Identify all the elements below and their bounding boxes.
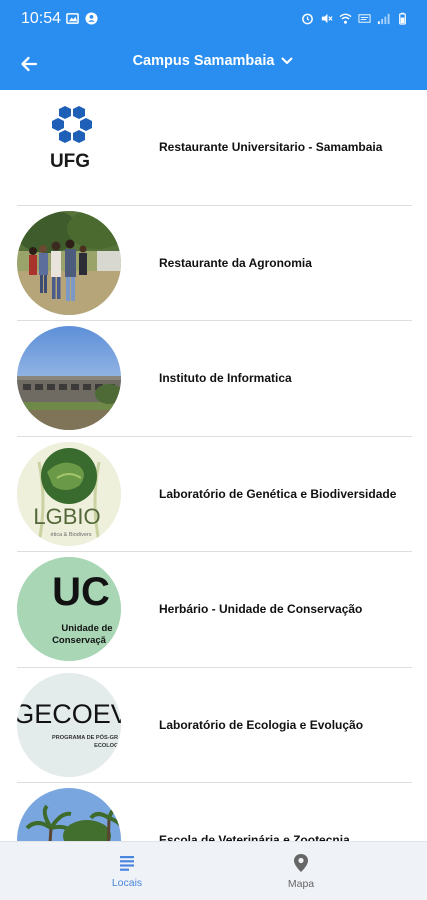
nav-label-locais: Locais (111, 877, 143, 889)
list-item[interactable]: Restaurante da Agronomia (17, 206, 412, 321)
list-item[interactable]: Escola de Veterinária e Zootecnia (17, 783, 412, 841)
lgbio-logo-text: LGBIO (33, 504, 100, 529)
ufg-logo: UFG (17, 95, 121, 200)
campus-selector[interactable]: Campus Samambaia (0, 53, 427, 69)
uc-logo: UC Unidade de Conservaçã (17, 557, 121, 662)
image-icon (66, 13, 79, 24)
location-label: Restaurante Universitario - Samambaia (159, 140, 383, 155)
uc-logo-subtext-2: Conservaçã (52, 635, 107, 646)
alarm-icon (302, 13, 313, 25)
location-label: Restaurante da Agronomia (159, 255, 312, 270)
lgbio-logo: LGBIO ética & Biodivers (17, 441, 121, 546)
list-icon (120, 856, 134, 871)
status-time: 10:54 (21, 10, 62, 27)
map-pin-icon (294, 854, 308, 872)
location-label: Escola de Veterinária e Zootecnia (159, 833, 350, 841)
uc-logo-text: UC (52, 570, 110, 614)
chevron-down-icon (281, 57, 293, 64)
list-item[interactable]: GECOEV PROGRAMA DE PÓS-GR ECOLOGI Labora… (17, 668, 412, 783)
photo-building (17, 326, 121, 431)
nav-item-mapa[interactable]: Mapa (231, 842, 371, 900)
nav-label-mapa: Mapa (287, 878, 315, 890)
bottom-navigation: Locais Mapa (0, 841, 427, 900)
lgbio-logo-subtext: ética & Biodivers (51, 532, 92, 538)
location-list: UFG Restaurante Universitario - Samambai… (17, 90, 412, 841)
wifi-icon (339, 13, 352, 24)
location-label: Laboratório de Genética e Biodiversidade (159, 486, 397, 501)
list-item[interactable]: UFG Restaurante Universitario - Samambai… (17, 90, 412, 206)
account-circle-icon (85, 12, 98, 25)
gecoev-logo-text: GECOEV (17, 699, 121, 729)
status-bar: 10:54 (0, 0, 427, 38)
location-label: Herbário - Unidade de Conservação (159, 602, 363, 617)
mute-icon (321, 13, 333, 24)
photo-palm-trees (17, 788, 121, 841)
nav-item-locais[interactable]: Locais (57, 842, 197, 900)
list-item[interactable]: LGBIO ética & Biodivers Laboratório de G… (17, 437, 412, 552)
volte-icon (358, 14, 371, 23)
location-label: Laboratório de Ecologia e Evolução (159, 717, 364, 732)
gecoev-logo-subtext-2: ECOLOGI (94, 743, 120, 749)
gecoev-logo-subtext-1: PROGRAMA DE PÓS-GR (52, 733, 118, 741)
page-title: Campus Samambaia (132, 53, 275, 69)
ufg-logo-text: UFG (50, 151, 90, 172)
battery-icon (399, 12, 406, 25)
signal-icon (377, 13, 390, 25)
location-label: Instituto de Informatica (159, 371, 292, 386)
gecoev-logo: GECOEV PROGRAMA DE PÓS-GR ECOLOGI (17, 672, 121, 777)
app-bar: Campus Samambaia (0, 38, 427, 90)
photo-people-outdoors (17, 210, 121, 315)
list-item[interactable]: Instituto de Informatica (17, 321, 412, 437)
list-item[interactable]: UC Unidade de Conservaçã Herbário - Unid… (17, 552, 412, 668)
uc-logo-subtext-1: Unidade de (61, 623, 112, 634)
